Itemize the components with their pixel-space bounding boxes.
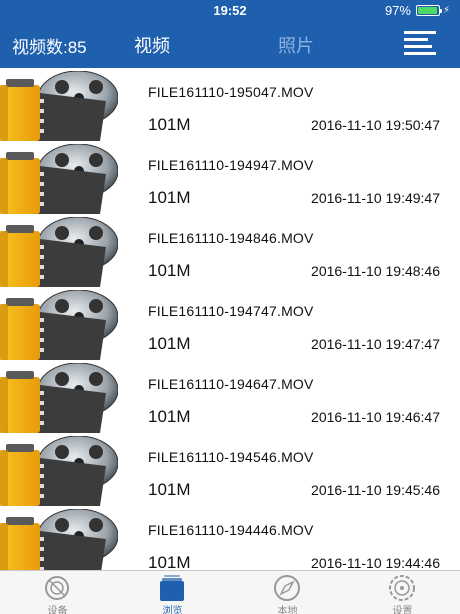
tab-browse[interactable]: 浏览 [115,571,230,614]
tab-bar: 设备 浏览 本地 设置 [0,570,460,614]
file-row[interactable]: FILE161110-194446.MOV 101M 2016-11-10 19:4… [0,506,460,570]
tab-settings-label: 设置 [392,606,413,614]
file-name: FILE161110-195047.MOV [148,84,314,100]
battery-fill [417,7,438,14]
tab-local-label: 本地 [277,606,298,614]
tab-video[interactable]: 视频 [134,32,170,58]
film-reel-icon [0,363,118,433]
file-name: FILE161110-194846.MOV [148,230,314,246]
tab-settings[interactable]: 设置 [345,571,460,614]
file-size: 101M [148,553,191,570]
file-name: FILE161110-194747.MOV [148,303,314,319]
file-row[interactable]: FILE161110-195047.MOV 101M 2016-11-10 19:5… [0,68,460,141]
file-size: 101M [148,407,191,426]
file-name: FILE161110-194546.MOV [148,449,314,465]
file-date: 2016-11-10 19:50:47 [311,117,440,133]
tab-device[interactable]: 设备 [0,571,115,614]
file-date: 2016-11-10 19:48:46 [311,263,440,279]
file-date: 2016-11-10 19:47:47 [311,336,440,352]
file-size: 101M [148,480,191,499]
file-date: 2016-11-10 19:45:46 [311,482,440,498]
tab-local[interactable]: 本地 [230,571,345,614]
file-size: 101M [148,261,191,280]
tab-photo[interactable]: 照片 [278,32,314,58]
film-reel-icon [0,436,118,506]
status-right: 97% ⚡ [385,3,450,18]
film-reel-icon [0,217,118,287]
file-name: FILE161110-194947.MOV [148,157,314,173]
video-count: 视频数:85 [12,38,87,57]
file-size: 101M [148,188,191,207]
status-bar: 19:52 97% ⚡ [0,0,460,20]
film-reel-icon [0,509,118,570]
battery-icon [415,5,442,16]
tab-device-label: 设备 [47,606,68,614]
file-row[interactable]: FILE161110-194546.MOV 101M 2016-11-10 19:4… [0,433,460,506]
file-size: 101M [148,115,191,134]
file-row[interactable]: FILE161110-194846.MOV 101M 2016-11-10 19:4… [0,214,460,287]
browse-icon [160,575,184,601]
film-reel-icon [0,290,118,360]
file-date: 2016-11-10 19:44:46 [311,555,440,570]
file-row[interactable]: FILE161110-194947.MOV 101M 2016-11-10 19:4… [0,141,460,214]
settings-icon [389,575,415,601]
film-reel-icon [0,71,118,141]
file-name: FILE161110-194446.MOV [148,522,314,538]
film-reel-icon [0,144,118,214]
file-list: FILE161110-195047.MOV 101M 2016-11-10 19:5… [0,68,460,570]
tab-browse-label: 浏览 [162,606,183,614]
file-date: 2016-11-10 19:49:47 [311,190,440,206]
file-name: FILE161110-194647.MOV [148,376,314,392]
charging-icon: ⚡ [442,5,450,16]
list-menu-icon[interactable] [404,30,436,58]
file-date: 2016-11-10 19:46:47 [311,409,440,425]
file-size: 101M [148,334,191,353]
file-row[interactable]: FILE161110-194747.MOV 101M 2016-11-10 19:4… [0,287,460,360]
compass-icon [274,575,300,601]
device-icon [45,576,69,600]
file-row[interactable]: FILE161110-194647.MOV 101M 2016-11-10 19:4… [0,360,460,433]
nav-bar: 视频数:85 视频 照片 [0,20,460,68]
battery-percent: 97% [384,3,411,18]
